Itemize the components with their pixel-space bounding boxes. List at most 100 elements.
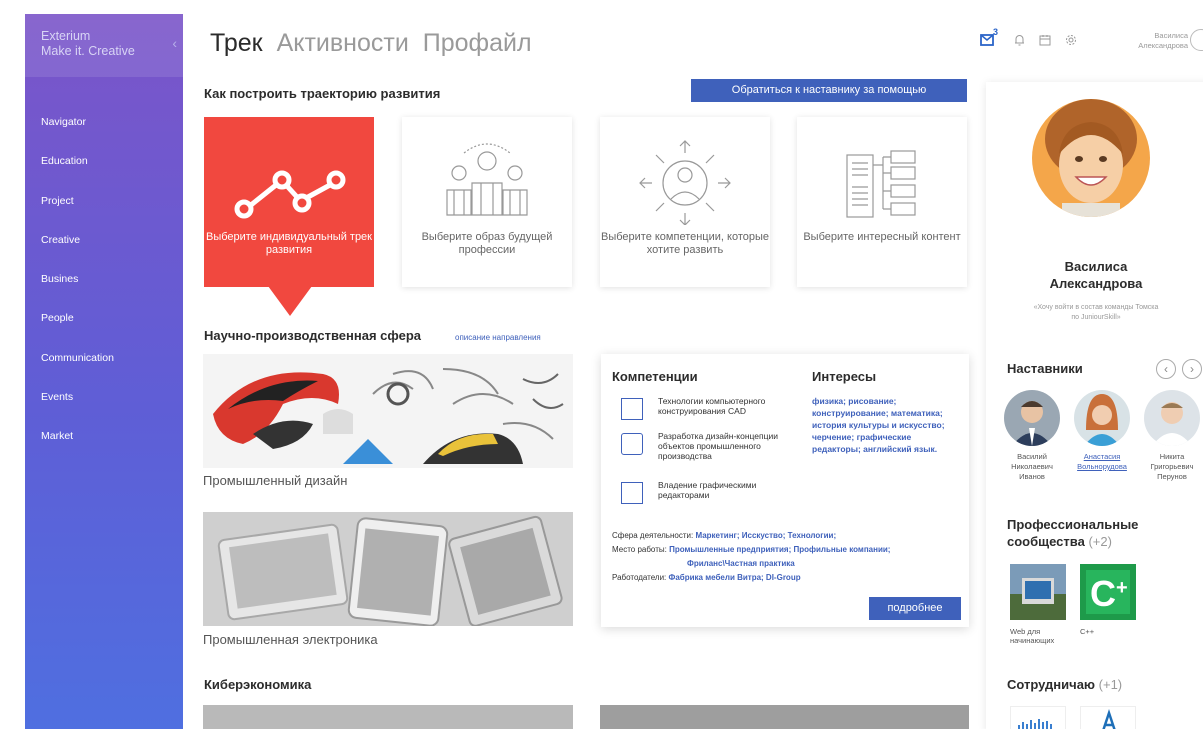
- workplace-row: Место работы: Промышленные предприятия; …: [612, 543, 962, 557]
- svg-text:C: C: [1090, 573, 1116, 614]
- track-card-profession[interactable]: Выберите образ будущей профессии: [402, 117, 572, 287]
- mentor-avatar: [1004, 390, 1060, 446]
- interests-list[interactable]: физика; рисование; конструирование; мате…: [812, 395, 962, 455]
- mail-count-badge: 3: [993, 27, 999, 37]
- competency-text: Владение графическими редакторами: [658, 480, 757, 500]
- track-card-label: Выберите образ будущей профессии: [421, 231, 553, 256]
- mentor-card[interactable]: Анастасия Вольнорудова: [1072, 390, 1132, 472]
- calendar-icon[interactable]: [1039, 33, 1051, 51]
- employers-value[interactable]: Фабрика мебели Витра; DI-Group: [669, 573, 801, 582]
- competency-item: Технологии компьютерного конструирования…: [621, 396, 801, 430]
- mentor-name-line: Василий: [1017, 452, 1047, 461]
- profile-quote: «Хочу войти в состав команды Томска по J…: [986, 303, 1203, 323]
- tab-profile[interactable]: Профайл: [423, 29, 532, 57]
- cooperate-title-text: Сотрудничаю: [1007, 677, 1096, 692]
- collapse-sidebar-icon[interactable]: ‹: [172, 35, 177, 51]
- sidebar-item-people[interactable]: People: [25, 312, 183, 351]
- design-concept-icon: [621, 433, 643, 455]
- field-row: Сфера деятельности: Маркетинг; Исскуство…: [612, 529, 962, 543]
- mentor-name-line: Николаевич: [1011, 462, 1053, 471]
- route-icon: [204, 135, 374, 225]
- track-card-content[interactable]: Выберите интересный контент: [797, 117, 967, 287]
- workplace-value-2[interactable]: Фриланс\Частная практика: [687, 559, 795, 568]
- cad-icon: [621, 398, 643, 420]
- community-label-line: C++: [1080, 627, 1095, 636]
- sidebar-item-market[interactable]: Market: [25, 430, 183, 469]
- sidebar-item-education[interactable]: Education: [25, 155, 183, 194]
- industrial-design-image[interactable]: [203, 354, 573, 468]
- gear-icon[interactable]: [1065, 33, 1077, 51]
- mail-icon[interactable]: [980, 33, 994, 51]
- sidebar-item-busines[interactable]: Busines: [25, 273, 183, 312]
- communities-title-line1: Профессиональные: [1007, 517, 1139, 532]
- mentor-name-line: Анастасия: [1083, 452, 1121, 461]
- user-name[interactable]: Василиса Александрова: [1100, 31, 1188, 51]
- profile-last-name: Александрова: [1049, 276, 1143, 291]
- mentor-name-line: Иванов: [1019, 472, 1045, 481]
- profile-panel: Василиса Александрова «Хочу войти в сост…: [986, 82, 1203, 729]
- communities-title: Профессиональные сообщества (+2): [1007, 516, 1138, 550]
- cyber-title: Киберэкономика: [204, 677, 312, 692]
- ask-mentor-button[interactable]: Обратиться к наставнику за помощью: [691, 79, 967, 102]
- community-card[interactable]: Web для начинающих: [1010, 564, 1066, 645]
- people-icon: [402, 135, 572, 225]
- user-last-name: Александрова: [1138, 41, 1188, 50]
- tab-track[interactable]: Трек: [210, 29, 263, 57]
- community-card[interactable]: C + C++: [1080, 564, 1136, 636]
- industrial-electronics-caption[interactable]: Промышленная электроника: [203, 632, 378, 647]
- sphere-description-link[interactable]: описание направления: [455, 333, 541, 342]
- mentor-card[interactable]: Василий Николаевич Иванов: [1002, 390, 1062, 482]
- sidebar-item-communication[interactable]: Communication: [25, 352, 183, 391]
- track-card-label: Выберите индивидуальный трек развития: [206, 231, 372, 256]
- track-title: Как построить траекторию развития: [204, 86, 441, 101]
- user-first-name: Василиса: [1154, 31, 1188, 40]
- sidebar-nav: Navigator Education Project Creative Bus…: [25, 116, 183, 470]
- mentors-title: Наставники: [1007, 361, 1083, 376]
- person-target-icon: [600, 135, 770, 226]
- brand[interactable]: Exterium Make it. Creative ‹: [25, 14, 183, 77]
- profile-photo[interactable]: [1032, 99, 1150, 217]
- community-label: Web для начинающих: [1010, 627, 1066, 645]
- track-card-competencies[interactable]: Выберите компетенции, которые хотите раз…: [600, 117, 770, 287]
- sidebar-item-navigator[interactable]: Navigator: [25, 116, 183, 155]
- mentor-avatar: [1144, 390, 1200, 446]
- workplace-label: Место работы:: [612, 545, 667, 554]
- field-value[interactable]: Маркетинг; Исскуство; Технологии;: [695, 531, 836, 540]
- partner-logo-2[interactable]: [1080, 706, 1136, 729]
- graphic-editor-icon: [621, 482, 643, 504]
- tab-activities[interactable]: Активности: [277, 29, 409, 57]
- sidebar-item-creative[interactable]: Creative: [25, 234, 183, 273]
- cyber-image-2[interactable]: [600, 705, 969, 729]
- industrial-design-caption[interactable]: Промышленный дизайн: [203, 473, 347, 488]
- mentor-name: Никита Григорьевич Перунов: [1142, 452, 1202, 482]
- workplace-value[interactable]: Промышленные предприятия; Профильные ком…: [669, 545, 890, 554]
- mentors-next-button[interactable]: ›: [1182, 359, 1202, 379]
- mentor-card[interactable]: Никита Григорьевич Перунов: [1142, 390, 1202, 482]
- competency-item: Разработка дизайн-концепции объектов про…: [621, 431, 801, 471]
- mentor-name[interactable]: Анастасия Вольнорудова: [1072, 452, 1132, 472]
- track-card-individual[interactable]: Выберите индивидуальный трек развития: [204, 117, 374, 287]
- mentor-name: Василий Николаевич Иванов: [1002, 452, 1062, 482]
- mentors-prev-button[interactable]: ‹: [1156, 359, 1176, 379]
- sidebar-item-project[interactable]: Project: [25, 195, 183, 234]
- workplace-row-continued: Фриланс\Частная практика: [687, 557, 1037, 571]
- mentor-name-line: Григорьевич: [1150, 462, 1194, 471]
- more-button[interactable]: подробнее: [869, 597, 961, 620]
- cooperate-title: Сотрудничаю (+1): [1007, 676, 1122, 693]
- cooperate-count[interactable]: (+1): [1099, 677, 1122, 692]
- svg-text:+: +: [1116, 577, 1128, 599]
- industrial-electronics-image[interactable]: [203, 512, 573, 626]
- user-avatar[interactable]: [1190, 29, 1203, 51]
- mentor-name-line: Перунов: [1157, 472, 1187, 481]
- sphere-title: Научно-производственная сфера: [204, 328, 421, 343]
- sidebar-item-events[interactable]: Events: [25, 391, 183, 430]
- cyber-image-1[interactable]: [203, 705, 573, 729]
- communities-title-text: сообщества: [1007, 534, 1085, 549]
- mentor-avatar: [1074, 390, 1130, 446]
- content-tree-icon: [797, 135, 967, 225]
- bell-icon[interactable]: [1014, 33, 1025, 51]
- communities-count[interactable]: (+2): [1088, 534, 1111, 549]
- employers-row: Работодатели: Фабрика мебели Витра; DI-G…: [612, 571, 962, 585]
- partner-logo-1[interactable]: [1010, 706, 1066, 729]
- mentor-name-line: Вольнорудова: [1077, 462, 1127, 471]
